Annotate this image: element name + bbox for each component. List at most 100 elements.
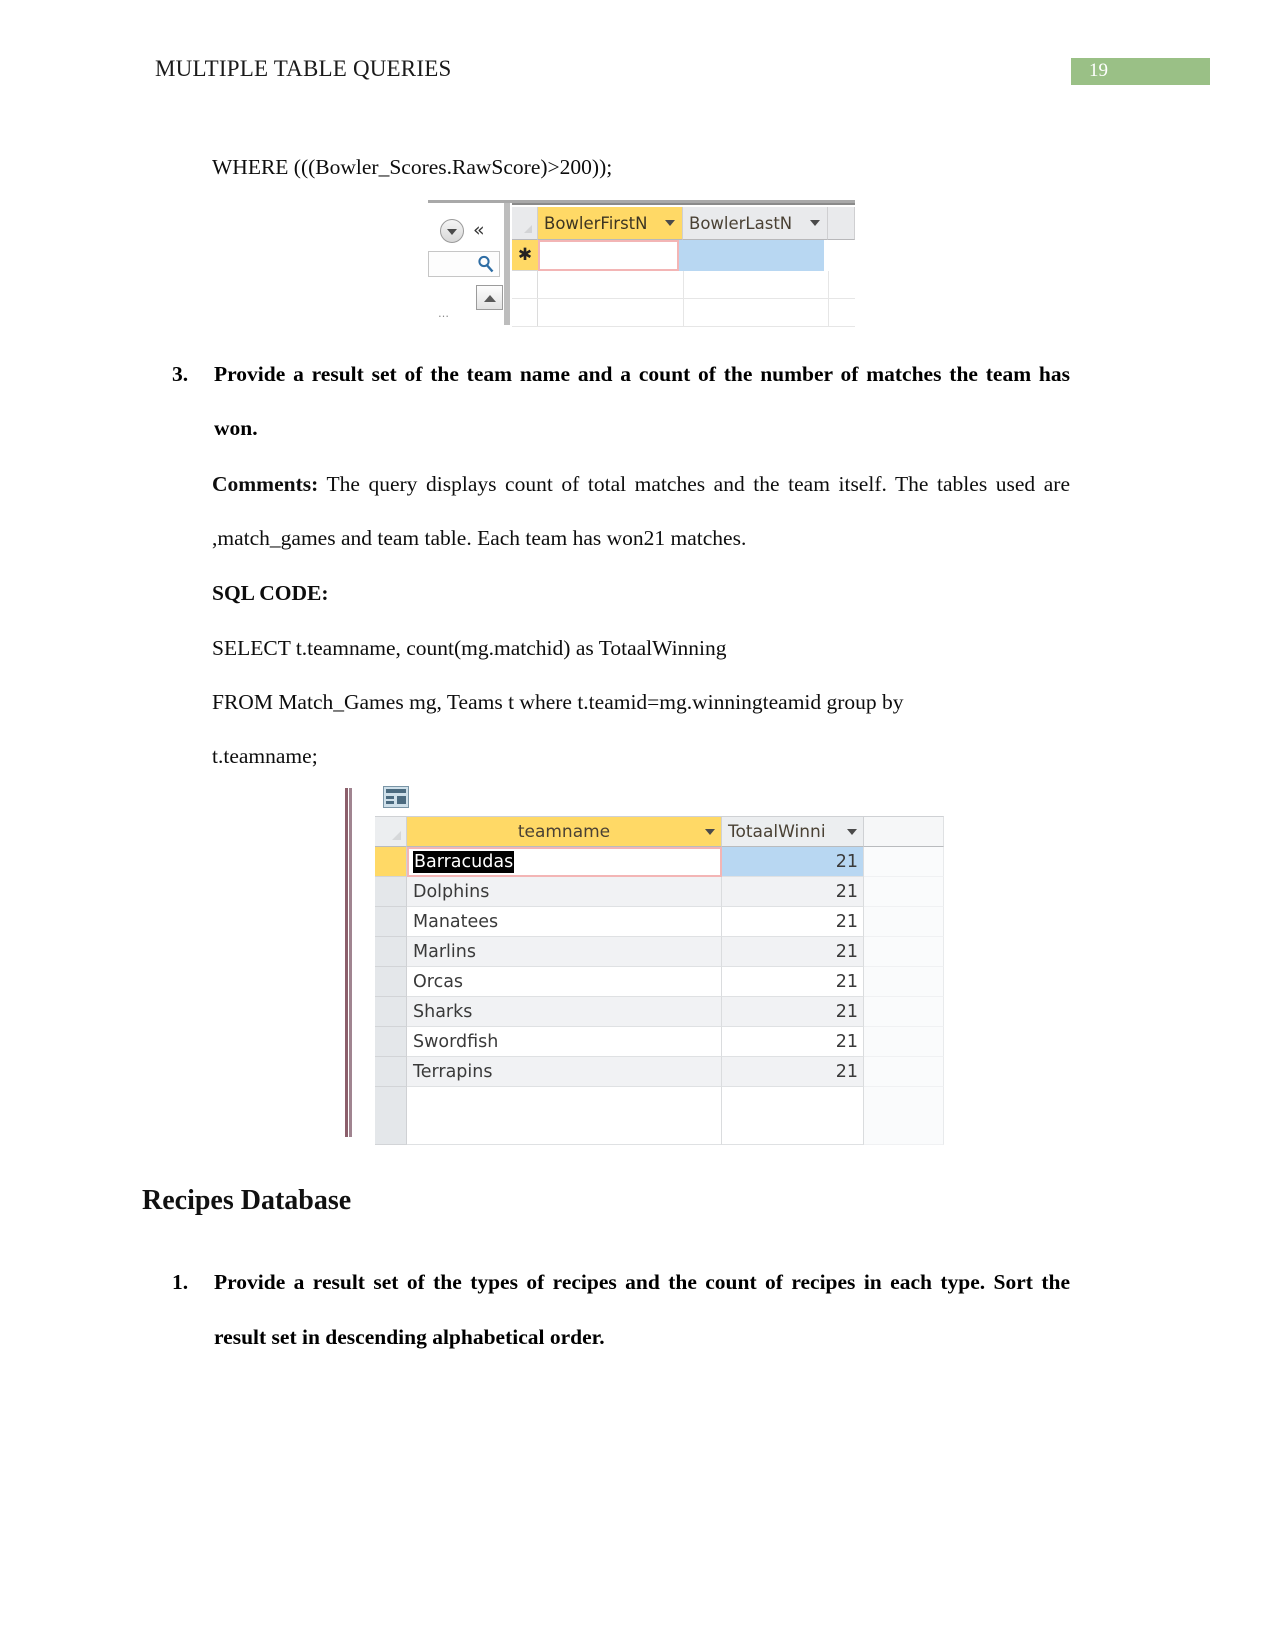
datasheet-grid: BowlerFirstN BowlerLastN ✱ [512, 203, 855, 327]
sql-line-3: t.teamname; [212, 744, 318, 768]
scroll-up-button[interactable] [476, 285, 503, 310]
column-header-bowlerfirstname[interactable]: BowlerFirstN [538, 207, 683, 240]
cell-teamname[interactable]: Dolphins [407, 877, 722, 907]
cell-teamname[interactable]: Barracudas [407, 847, 722, 877]
cell-blank [722, 1115, 864, 1145]
access-bowler-datasheet-screenshot: « … BowlerFirstN BowlerLastN ✱ [420, 195, 855, 327]
column-header-teamname[interactable]: teamname [407, 816, 722, 847]
comments-paragraph: Comments: The query displays count of to… [212, 457, 1070, 565]
cell-count[interactable]: 21 [722, 847, 864, 877]
list-item-text: Provide a result set of the types of rec… [214, 1270, 1070, 1349]
chevron-down-icon[interactable] [847, 829, 857, 835]
table-row[interactable]: Dolphins 21 [375, 877, 945, 907]
collapse-chevron-icon[interactable]: « [473, 221, 485, 240]
row-selector[interactable] [375, 1087, 407, 1117]
column-header-totaalwinni[interactable]: TotaalWinni [722, 816, 864, 847]
cell-bowlerfirstname[interactable] [538, 240, 679, 271]
cell-bowlerlastname[interactable] [679, 240, 824, 271]
row-selector[interactable] [375, 907, 407, 937]
cell-count[interactable]: 21 [722, 937, 864, 967]
cell-blank [864, 937, 944, 967]
navigation-pane: « … [428, 203, 504, 325]
select-all-corner[interactable] [512, 207, 538, 240]
list-item-number: 3. [172, 362, 189, 386]
pane-splitter[interactable] [504, 203, 510, 325]
table-row[interactable]: Swordfish 21 [375, 1027, 945, 1057]
column-header-label: BowlerFirstN [544, 213, 648, 233]
cell-count[interactable]: 21 [722, 967, 864, 997]
column-header-label: teamname [517, 821, 611, 842]
chevron-down-icon[interactable] [810, 220, 820, 226]
dropdown-circle-icon[interactable] [440, 219, 464, 243]
row-selector[interactable] [375, 997, 407, 1027]
cell-count[interactable]: 21 [722, 1027, 864, 1057]
row-selector[interactable] [512, 299, 538, 326]
cell-teamname-value: Barracudas [413, 851, 515, 873]
row-selector[interactable] [375, 937, 407, 967]
cell-blank [864, 907, 944, 937]
empty-row [375, 1115, 945, 1145]
table-row[interactable]: Sharks 21 [375, 997, 945, 1027]
chevron-down-icon[interactable] [705, 829, 715, 835]
cell-blank [864, 877, 944, 907]
cell-teamname[interactable]: Sharks [407, 997, 722, 1027]
row-selector[interactable] [375, 847, 407, 877]
cell-teamname[interactable]: Terrapins [407, 1057, 722, 1087]
column-header-blank [828, 207, 855, 240]
cell-blank [864, 1087, 944, 1117]
row-selector[interactable] [375, 1115, 407, 1145]
nav-ellipsis-icon: … [438, 307, 450, 320]
results-table: teamname TotaalWinni Barracudas 21 Dolph… [375, 816, 945, 1145]
new-record-row[interactable]: ✱ [512, 240, 855, 271]
empty-row [375, 1087, 945, 1117]
column-header-bowlerlastname[interactable]: BowlerLastN [683, 207, 828, 240]
table-row[interactable]: Marlins 21 [375, 937, 945, 967]
row-selector[interactable] [512, 271, 538, 298]
row-selector[interactable] [375, 1027, 407, 1057]
cell-teamname[interactable]: Marlins [407, 937, 722, 967]
results-table-header-row: teamname TotaalWinni [375, 816, 945, 847]
datasheet-icon [383, 786, 409, 808]
cell-count[interactable]: 21 [722, 907, 864, 937]
cell-blank [407, 1115, 722, 1145]
list-item-3: 3. Provide a result set of the team name… [172, 347, 1070, 455]
cell-teamname[interactable]: Swordfish [407, 1027, 722, 1057]
cell-count[interactable]: 21 [722, 877, 864, 907]
select-all-corner[interactable] [375, 816, 407, 847]
table-row[interactable]: Manatees 21 [375, 907, 945, 937]
sql-code-label: SQL CODE: [212, 581, 329, 605]
window-left-edge [345, 788, 348, 1137]
column-header-blank [864, 816, 944, 847]
search-icon [478, 255, 494, 273]
comments-text: The query displays count of total matche… [212, 472, 1070, 550]
cell-teamname[interactable]: Manatees [407, 907, 722, 937]
column-header-label: TotaalWinni [728, 821, 826, 842]
cell-blank [864, 1115, 944, 1145]
page-number-badge: 19 [1071, 58, 1210, 85]
row-selector[interactable] [375, 967, 407, 997]
cell-blank [864, 967, 944, 997]
row-selector[interactable] [375, 1057, 407, 1087]
sql-line-2: FROM Match_Games mg, Teams t where t.tea… [212, 690, 904, 714]
chevron-down-icon[interactable] [665, 220, 675, 226]
search-input[interactable] [428, 251, 500, 277]
row-selector[interactable] [375, 877, 407, 907]
list-item-text: Provide a result set of the team name an… [214, 362, 1070, 440]
cell-count[interactable]: 21 [722, 1057, 864, 1087]
page-number: 19 [1089, 60, 1108, 81]
cell-blank [722, 1087, 864, 1117]
column-divider [828, 271, 829, 327]
list-item-1: 1. Provide a result set of the types of … [172, 1255, 1070, 1365]
cell-teamname[interactable]: Orcas [407, 967, 722, 997]
cell-count[interactable]: 21 [722, 997, 864, 1027]
new-record-marker[interactable]: ✱ [512, 240, 538, 271]
table-row[interactable]: Terrapins 21 [375, 1057, 945, 1087]
window-left-edge-inner [349, 788, 352, 1137]
section-heading-recipes-database: Recipes Database [142, 1185, 352, 1216]
cell-blank [864, 1057, 944, 1087]
cell-blank [864, 997, 944, 1027]
table-row[interactable]: Orcas 21 [375, 967, 945, 997]
cell-blank [864, 1027, 944, 1057]
comments-label: Comments: [212, 472, 319, 496]
table-row[interactable]: Barracudas 21 [375, 847, 945, 877]
